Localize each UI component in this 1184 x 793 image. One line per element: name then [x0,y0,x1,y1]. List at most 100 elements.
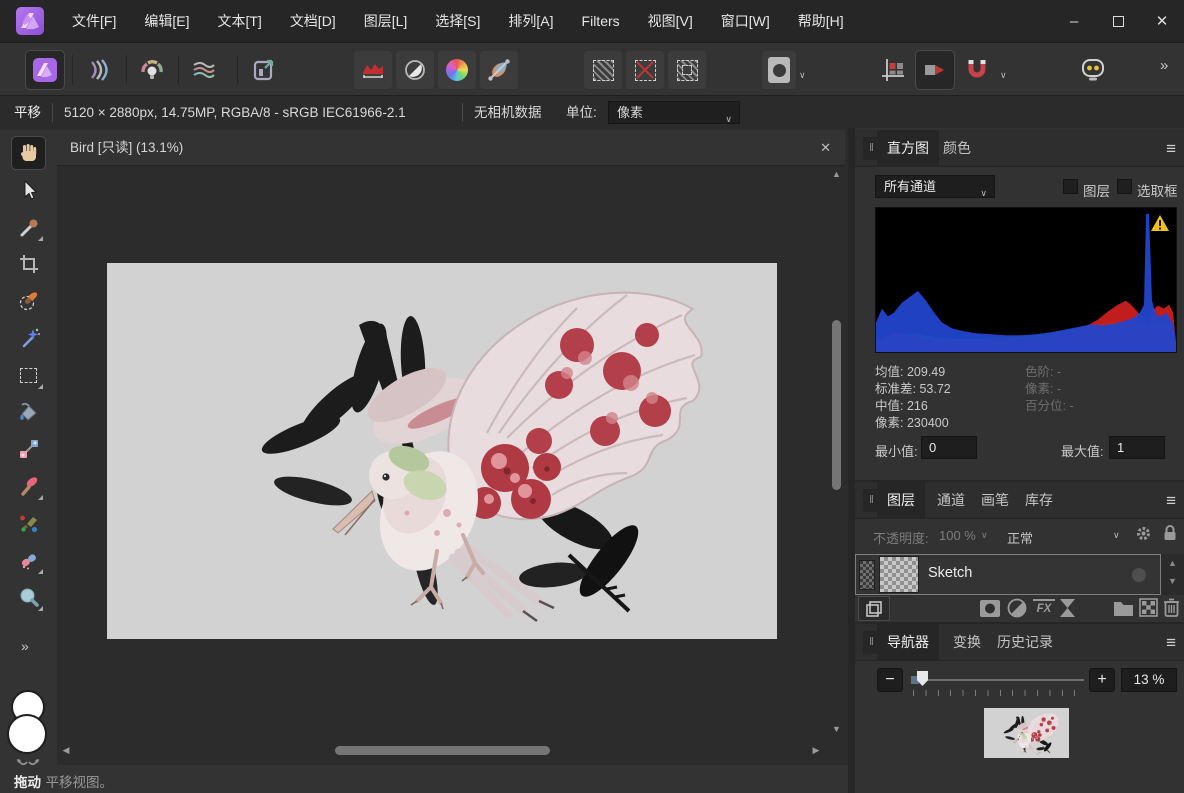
layer-row[interactable]: Sketch [855,554,1161,595]
menu-arrange[interactable]: 排列[A] [508,11,553,31]
zoom-in-button[interactable]: + [1089,668,1115,692]
select-all-button[interactable] [584,51,622,89]
zoom-value-input[interactable]: 13 % [1121,668,1177,692]
invert-selection-button[interactable] [668,51,706,89]
marquee-select-tool[interactable] [12,359,45,391]
snapping-magnet-button[interactable] [958,51,996,89]
fill-color-swatch[interactable] [7,714,47,754]
liquify-persona-button[interactable] [80,51,118,89]
layer-visibility-dot[interactable] [1132,568,1146,582]
selection-brush-tool[interactable] [12,285,45,317]
warning-icon[interactable] [1150,214,1170,232]
chevron-down-icon[interactable]: ∨ [1113,530,1120,541]
blend-mode-value[interactable]: 正常 [1007,528,1033,547]
paint-brush-tool[interactable] [12,470,45,502]
unit-select[interactable]: 像素 ∨ [608,101,740,124]
menu-edit[interactable]: 编辑[E] [144,11,189,31]
tab-layers[interactable]: 图层 [877,482,925,519]
toolbar-overflow-button[interactable]: » [1160,57,1168,74]
close-button[interactable]: ✕ [1140,0,1184,42]
marquee-checkbox[interactable] [1117,179,1132,194]
auto-levels-button[interactable] [354,51,392,89]
layer-thumbnail[interactable] [879,556,919,593]
erase-brush-tool[interactable] [12,544,45,576]
document-tab-close-icon[interactable]: ✕ [820,130,831,165]
document-tab[interactable]: Bird [只读] (13.1%) ✕ [57,130,845,165]
channel-select[interactable]: 所有通道 ∨ [875,175,995,198]
scroll-down-icon[interactable]: ▼ [1161,576,1184,586]
menu-file[interactable]: 文件[F] [72,11,116,31]
scroll-left-icon[interactable]: ◀ [59,745,73,756]
menu-document[interactable]: 文档[D] [290,11,336,31]
opacity-value[interactable]: 100 % [939,528,976,543]
tab-channels[interactable]: 通道 [927,482,975,519]
color-replacement-brush-tool[interactable] [12,507,45,539]
blur-tool[interactable] [12,581,45,613]
vertical-scroll-thumb[interactable] [832,320,841,490]
tab-history[interactable]: 历史记录 [987,624,1063,661]
canvas-viewport[interactable] [57,166,828,740]
mask-layer-icon[interactable] [979,599,1001,618]
layer-list-scrollbar[interactable]: ▲ ▼ [1161,554,1184,595]
panel-menu-icon[interactable]: ≡ [1166,624,1176,661]
canvas-page[interactable] [107,263,777,639]
scroll-down-icon[interactable]: ▼ [828,724,845,734]
layer-effects-icon[interactable]: FX [1033,599,1055,617]
crop-tool[interactable] [12,248,45,280]
zoom-out-button[interactable]: − [877,668,903,692]
group-folder-icon[interactable] [1113,598,1134,617]
scroll-up-icon[interactable]: ▲ [1161,558,1184,568]
tab-brushes[interactable]: 画笔 [971,482,1019,519]
layer-drag-grip[interactable] [859,560,875,590]
move-tool[interactable] [12,174,45,206]
tab-navigator[interactable]: 导航器 [877,624,939,661]
menu-text[interactable]: 文本[T] [217,11,261,31]
panel-menu-icon[interactable]: ≡ [1166,130,1176,167]
flood-fill-tool[interactable] [12,396,45,428]
flood-select-tool[interactable] [12,322,45,354]
new-layer-icon[interactable] [1139,598,1158,617]
lock-icon[interactable] [1163,524,1177,542]
maximize-button[interactable] [1096,0,1140,42]
menu-filters[interactable]: Filters [582,13,620,29]
tab-stock[interactable]: 库存 [1015,482,1063,519]
menu-window[interactable]: 窗口[W] [721,11,770,31]
minimize-button[interactable]: – [1052,0,1096,42]
more-tools-button[interactable]: » [21,638,29,654]
auto-white-balance-button[interactable] [480,51,518,89]
live-filter-icon[interactable] [1059,598,1076,618]
chevron-down-icon[interactable]: ∨ [981,530,988,541]
develop-persona-button[interactable] [133,51,171,89]
snapping-dropdown-chevron[interactable]: ∨ [1000,65,1007,83]
tab-transform[interactable]: 变换 [943,624,991,661]
tonemap-persona-button[interactable] [185,51,223,89]
gear-icon[interactable] [1135,525,1152,542]
min-value-input[interactable]: 0 [921,436,977,459]
delete-layer-trash-icon[interactable] [1163,597,1180,617]
menu-select[interactable]: 选择[S] [435,11,480,31]
assistant-button[interactable] [1074,51,1112,89]
menu-help[interactable]: 帮助[H] [798,11,844,31]
panel-menu-icon[interactable]: ≡ [1166,482,1176,519]
deselect-button[interactable] [626,51,664,89]
view-hand-tool[interactable] [12,137,45,169]
color-picker-tool[interactable] [12,211,45,243]
menu-layer[interactable]: 图层[L] [364,11,408,31]
photo-persona-button[interactable] [26,51,64,89]
move-by-whole-pixels-button[interactable] [916,51,954,89]
scroll-right-icon[interactable]: ▶ [809,745,823,756]
tab-color[interactable]: 颜色 [933,130,981,167]
new-mask-button[interactable] [762,51,796,89]
vertical-scrollbar[interactable]: ▲ ▼ [828,166,845,740]
gradient-tool[interactable] [12,433,45,465]
adjustment-layer-icon[interactable] [1007,598,1027,618]
layer-checkbox[interactable] [1063,179,1078,194]
mask-dropdown-chevron[interactable]: ∨ [799,65,806,83]
menu-view[interactable]: 视图[V] [648,11,693,31]
zoom-slider-track[interactable] [911,679,1084,681]
scroll-up-icon[interactable]: ▲ [828,169,845,179]
auto-contrast-button[interactable] [396,51,434,89]
max-value-input[interactable]: 1 [1109,436,1165,459]
horizontal-scroll-thumb[interactable] [335,746,550,755]
snapping-grid-button[interactable] [874,51,912,89]
